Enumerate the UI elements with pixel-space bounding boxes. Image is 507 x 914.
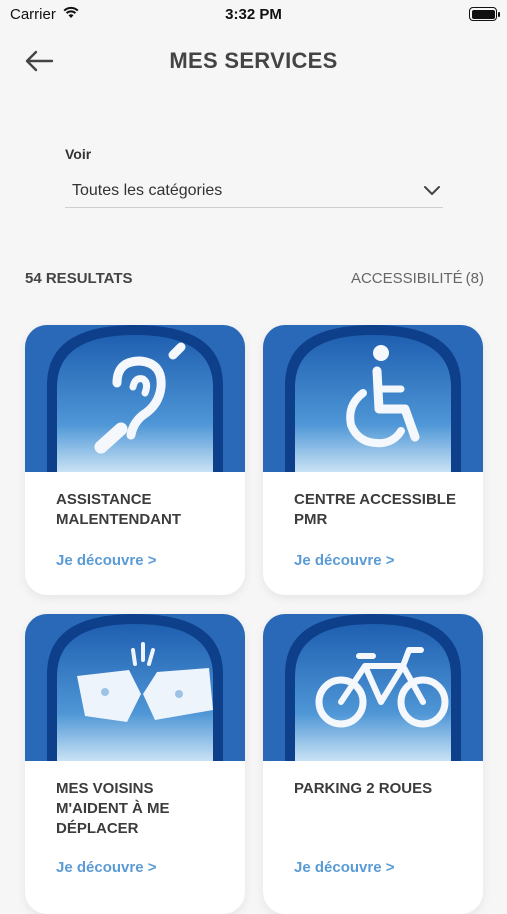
discover-link[interactable]: Je découvre > (294, 859, 394, 876)
results-row: 54 RESULTATS ACCESSIBILITÉ (8) (25, 270, 484, 287)
card-image (25, 325, 245, 472)
category-select-value: Toutes les catégories (72, 181, 223, 199)
filter-label: Voir (65, 146, 92, 162)
card-image (263, 325, 483, 472)
card-title: ASSISTANCE MALENTENDANT (56, 491, 181, 528)
discover-link[interactable]: Je découvre > (56, 859, 156, 876)
status-bar: Carrier 3:32 PM (0, 0, 507, 28)
card-image (263, 614, 483, 761)
chevron-down-icon (424, 185, 440, 195)
discover-link[interactable]: Je découvre > (294, 552, 394, 569)
discover-link[interactable]: Je découvre > (56, 552, 156, 569)
category-select[interactable]: Toutes les catégories (65, 174, 443, 208)
status-left: Carrier (10, 5, 80, 23)
wifi-icon (62, 5, 80, 23)
navigation-header: MES SERVICES (0, 38, 507, 82)
card-body: ASSISTANCE MALENTENDANT (25, 472, 245, 530)
page-title: MES SERVICES (169, 48, 338, 73)
service-card-pmr[interactable]: CENTRE ACCESSIBLE PMR Je découvre > (263, 325, 483, 595)
card-body: MES VOISINS M'AIDENT À ME DÉPLACER (25, 761, 245, 839)
service-card-bike-parking[interactable]: PARKING 2 ROUES Je découvre > (263, 614, 483, 914)
card-image (25, 614, 245, 761)
card-title: MES VOISINS M'AIDENT À ME DÉPLACER (56, 780, 170, 837)
battery-icon (469, 7, 500, 21)
service-card-neighbours[interactable]: MES VOISINS M'AIDENT À ME DÉPLACER Je dé… (25, 614, 245, 914)
card-body: CENTRE ACCESSIBLE PMR (263, 472, 483, 530)
card-title: PARKING 2 ROUES (294, 780, 433, 797)
active-category-filter[interactable]: ACCESSIBILITÉ (8) (348, 270, 484, 287)
category-filter: Voir Toutes les catégories (65, 146, 443, 208)
results-count: 54 RESULTATS (25, 270, 133, 287)
service-card-hearing[interactable]: ASSISTANCE MALENTENDANT Je découvre > (25, 325, 245, 595)
active-category-count: (8) (465, 270, 484, 287)
active-category-name: ACCESSIBILITÉ (350, 270, 463, 287)
carrier-label: Carrier (10, 5, 56, 23)
card-title: CENTRE ACCESSIBLE PMR (294, 491, 456, 528)
card-body: PARKING 2 ROUES (263, 761, 483, 799)
